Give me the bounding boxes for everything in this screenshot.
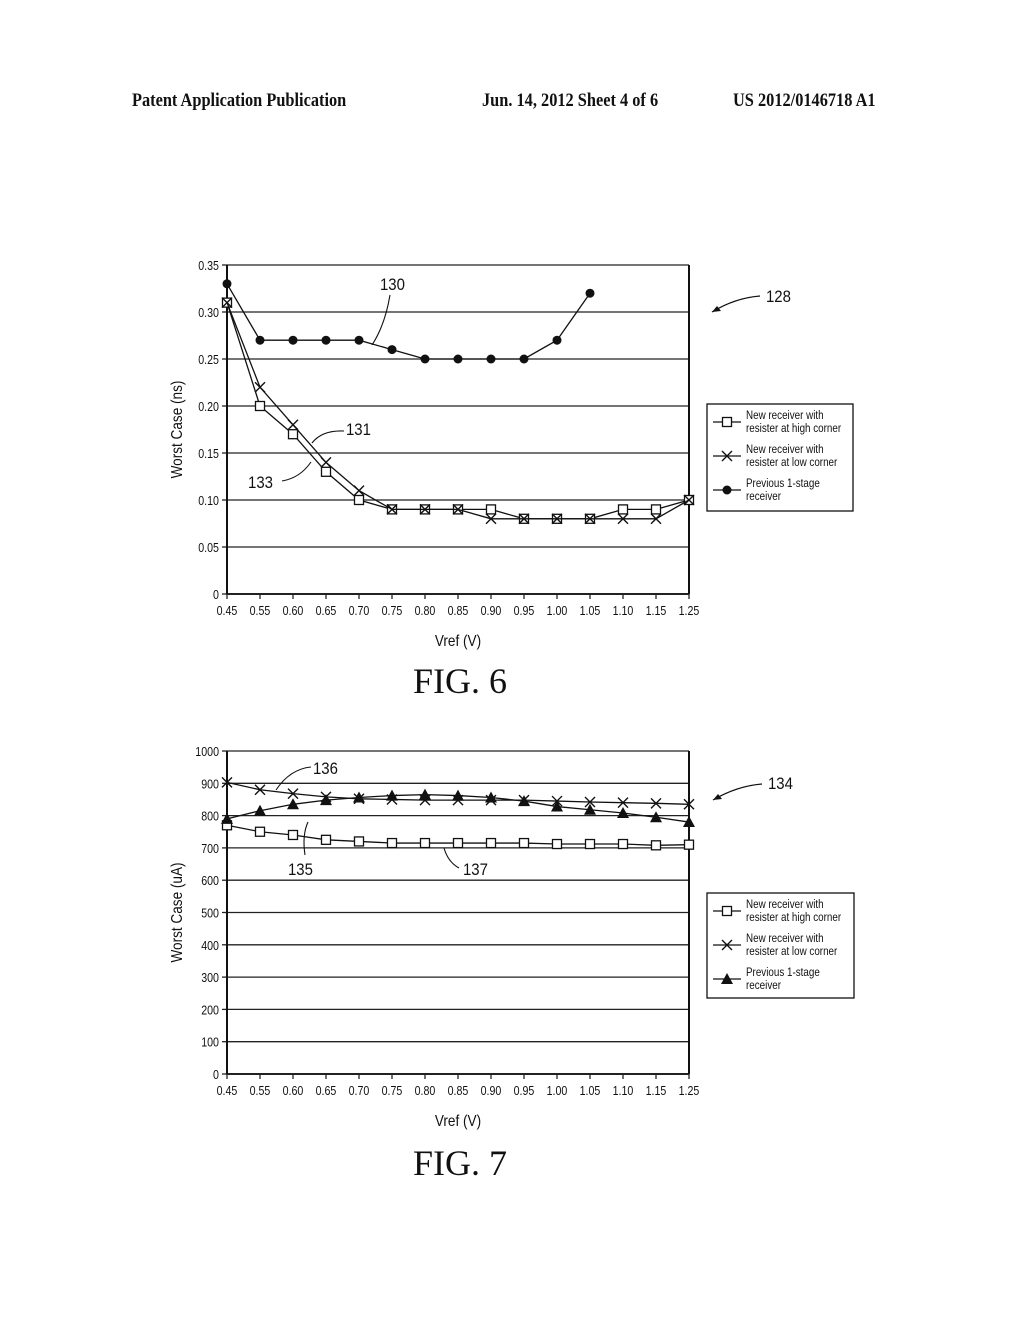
x-tick-label: 1.00	[547, 1083, 568, 1098]
y-tick-label: 700	[201, 841, 219, 856]
annotation-label: 135	[288, 861, 313, 879]
legend-label: Previous 1-stage	[746, 966, 820, 979]
x-tick-label: 0.65	[316, 1083, 337, 1098]
x-tick-label: 0.45	[217, 1083, 238, 1098]
data-point-square	[584, 838, 596, 850]
y-axis-label: Worst Case (uA)	[169, 862, 186, 962]
fig7-caption: FIG. 7	[412, 1143, 507, 1183]
legend-label: New receiver with	[746, 932, 824, 945]
data-point-square	[518, 837, 530, 849]
reference-arrowhead	[713, 794, 722, 800]
x-tick-label: 0.90	[481, 1083, 502, 1098]
legend-label: receiver	[746, 979, 781, 992]
data-point-square	[254, 826, 266, 837]
legend-label: resister at high corner	[746, 911, 841, 924]
data-point-square	[485, 837, 497, 849]
y-tick-label: 600	[201, 873, 219, 888]
data-point-square	[551, 838, 563, 850]
annotation-leader	[275, 766, 312, 791]
annotation-label: 137	[463, 861, 488, 879]
annotation-label: 136	[313, 760, 338, 778]
data-point-square	[353, 836, 365, 847]
y-tick-label: 500	[201, 905, 219, 920]
x-tick-label: 1.15	[646, 1083, 667, 1098]
y-tick-label: 400	[201, 938, 219, 953]
y-tick-label: 200	[201, 1002, 219, 1017]
x-tick-label: 0.55	[250, 1083, 271, 1098]
data-point-square	[287, 829, 299, 841]
data-point-square	[419, 837, 431, 849]
legend-label: resister at low corner	[746, 945, 838, 958]
figure-reference-number: 134	[768, 775, 793, 793]
data-point-square	[320, 834, 332, 845]
annotation-leader	[303, 821, 309, 856]
y-tick-label: 100	[201, 1035, 219, 1050]
legend-marker-square	[721, 905, 733, 917]
y-tick-label: 800	[201, 809, 219, 824]
data-point-square	[617, 838, 629, 850]
y-tick-label: 1000	[195, 744, 219, 759]
annotation-leader	[443, 847, 460, 869]
data-point-square	[650, 840, 662, 851]
y-tick-label: 0	[213, 1067, 219, 1082]
x-tick-label: 0.95	[514, 1083, 535, 1098]
x-tick-label: 1.25	[679, 1083, 700, 1098]
y-tick-label: 300	[201, 970, 219, 985]
x-tick-label: 0.75	[382, 1083, 403, 1098]
data-point-square	[386, 837, 398, 849]
data-point-square	[683, 839, 695, 850]
x-tick-label: 0.85	[448, 1083, 469, 1098]
x-tick-label: 0.60	[283, 1083, 304, 1098]
fig6-caption: FIG. 6	[412, 661, 507, 701]
x-tick-label: 1.10	[613, 1083, 634, 1098]
x-tick-label: 0.70	[349, 1083, 370, 1098]
x-tick-label: 1.05	[580, 1083, 601, 1098]
data-point-square	[452, 837, 464, 849]
x-tick-label: 0.80	[415, 1083, 436, 1098]
x-axis-label: Vref (V)	[435, 1113, 481, 1130]
legend-label: New receiver with	[746, 898, 824, 911]
y-tick-label: 900	[201, 776, 219, 791]
